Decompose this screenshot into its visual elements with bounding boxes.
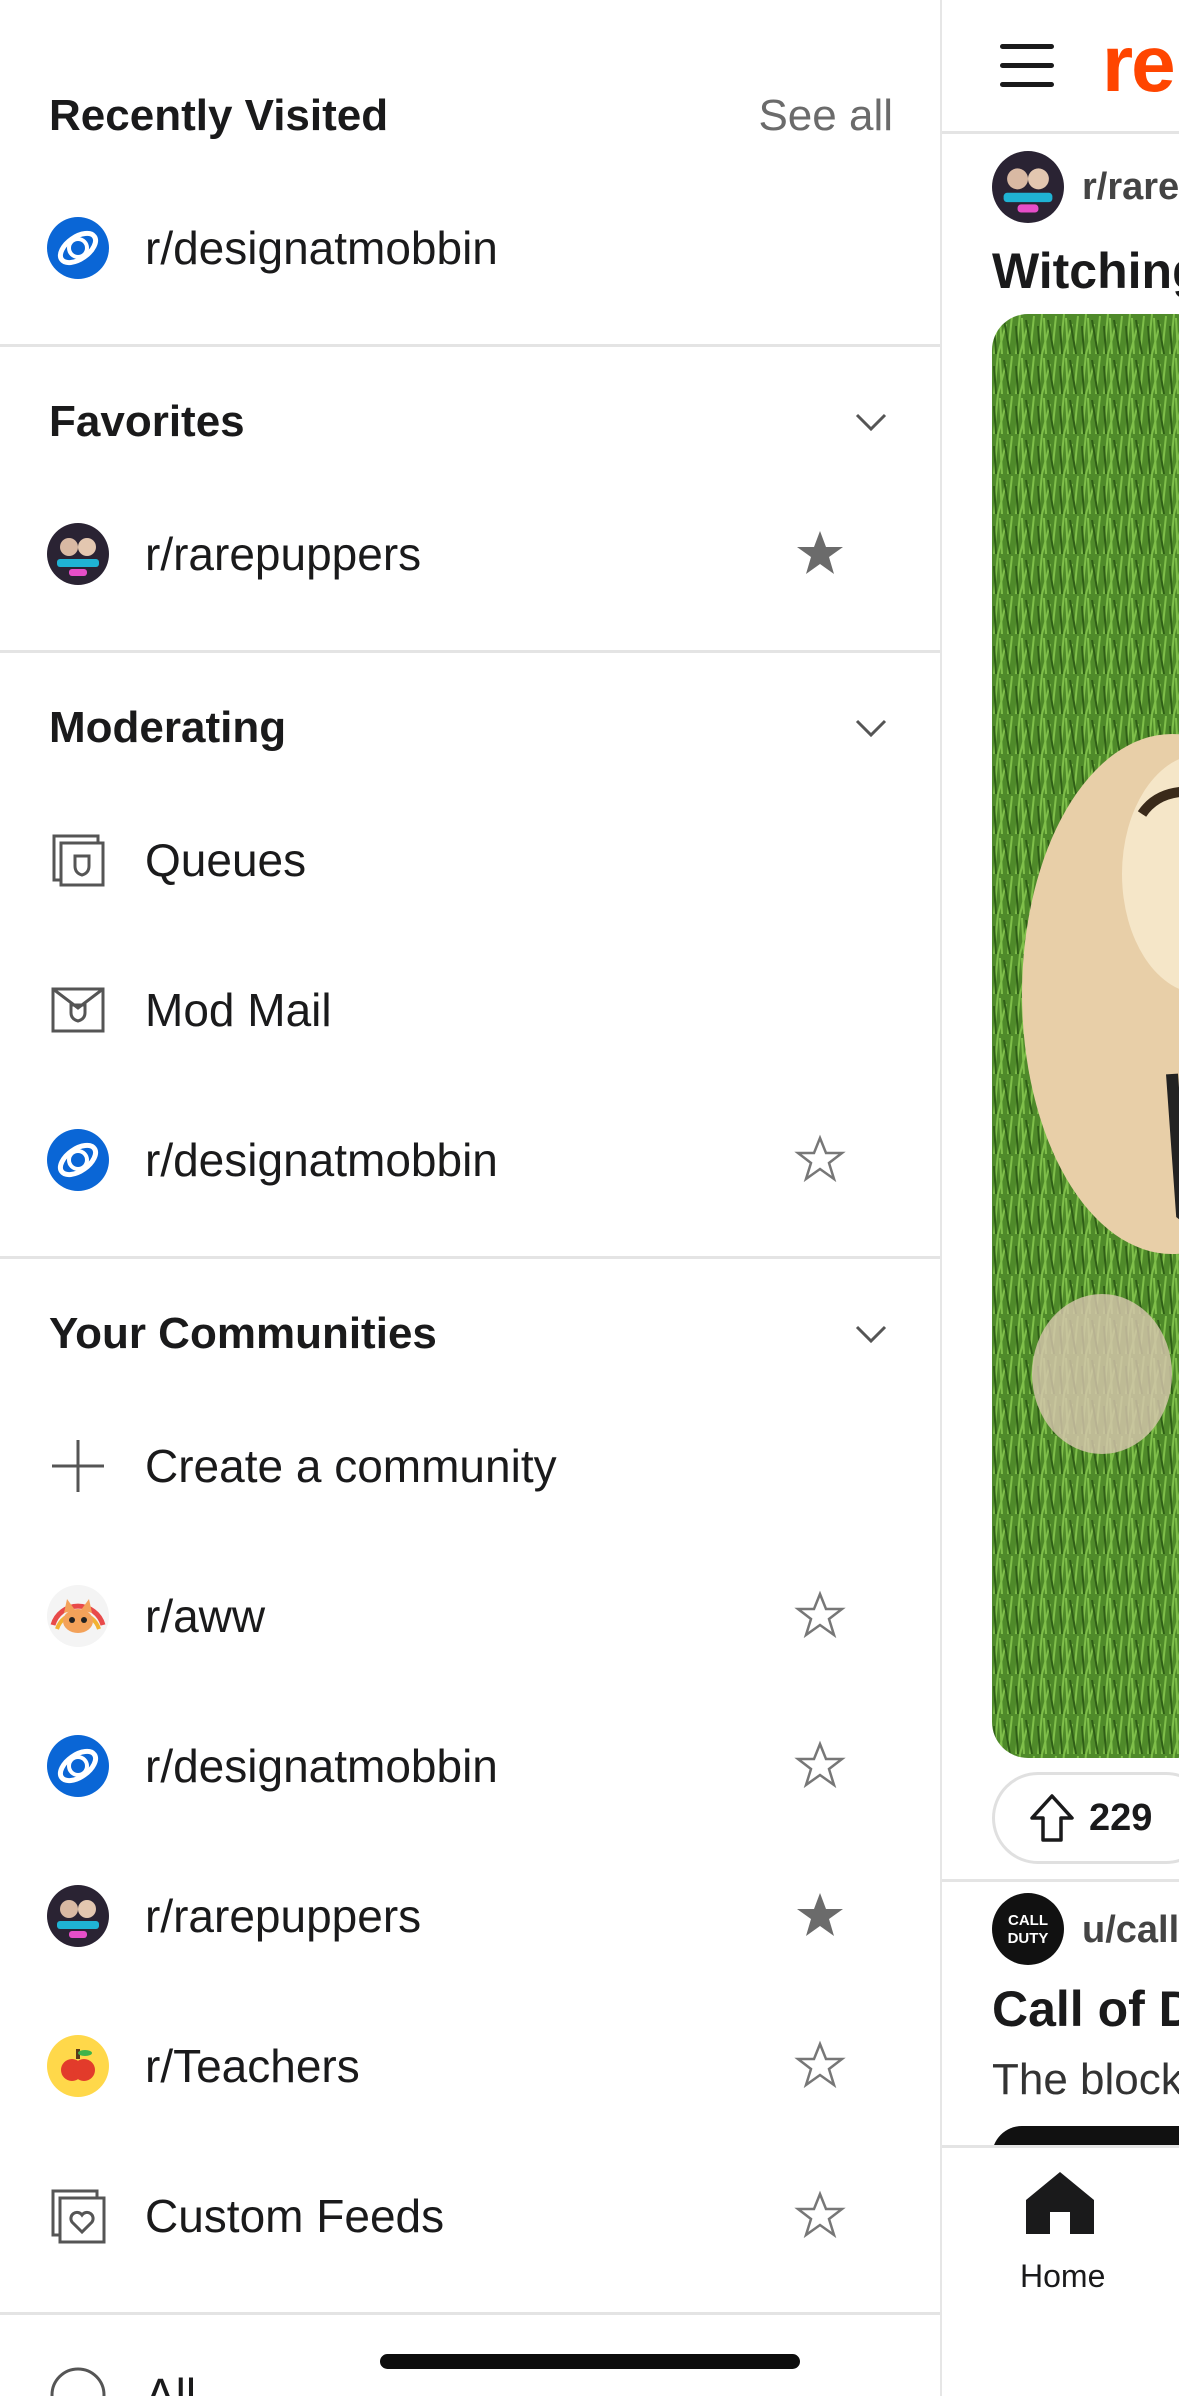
- home-feed: re r/rare Witching 229 CALLDUTY u/cal: [942, 0, 1179, 2396]
- favorites-title: Favorites: [49, 397, 245, 446]
- recent-item-label: r/designatmobbin: [145, 222, 498, 274]
- create-community-item[interactable]: Create a community: [0, 1411, 942, 1521]
- community-item-aww[interactable]: r/aww: [0, 1561, 942, 1671]
- favorite-item-rarepuppers[interactable]: r/rarepuppers: [0, 499, 942, 609]
- star-outline-icon[interactable]: [794, 2040, 846, 2092]
- vote-pill[interactable]: 229: [992, 1772, 1179, 1864]
- chevron-down-icon[interactable]: [849, 706, 893, 750]
- post-user[interactable]: u/call: [1082, 1909, 1179, 1952]
- plus-icon: [47, 1435, 109, 1497]
- recently-visited-header: Recently Visited See all: [49, 81, 893, 151]
- all-feed-label: All: [145, 2369, 197, 2396]
- community-avatar-icon: [47, 523, 109, 585]
- custom-feeds-item[interactable]: Custom Feeds: [0, 2161, 942, 2271]
- community-item-label: r/aww: [145, 1590, 266, 1642]
- svg-text:CALL: CALL: [1008, 1912, 1048, 1929]
- mod-item-label: Queues: [145, 834, 307, 886]
- custom-feeds-icon: [47, 2185, 109, 2247]
- planet-avatar-icon: [47, 1735, 109, 1797]
- chevron-down-icon[interactable]: [849, 400, 893, 444]
- your-communities-header[interactable]: Your Communities: [49, 1299, 893, 1369]
- aww-avatar-icon: [47, 1585, 109, 1647]
- post-divider: [942, 1879, 1179, 1882]
- svg-text:DUTY: DUTY: [1008, 1930, 1049, 1947]
- divider: [0, 2312, 942, 2315]
- chevron-down-icon[interactable]: [849, 1312, 893, 1356]
- community-avatar-icon: [992, 151, 1064, 223]
- recent-item-designatmobbin[interactable]: r/designatmobbin: [0, 193, 942, 303]
- recently-visited-title: Recently Visited: [49, 91, 389, 140]
- upvote-icon[interactable]: [1029, 1793, 1075, 1843]
- favorite-item-label: r/rarepuppers: [145, 528, 422, 580]
- moderating-header[interactable]: Moderating: [49, 693, 893, 763]
- community-item-label: r/Teachers: [145, 2040, 360, 2092]
- post-subreddit[interactable]: r/rare: [1082, 166, 1179, 209]
- moderating-title: Moderating: [49, 703, 287, 752]
- community-avatar-icon: [47, 1885, 109, 1947]
- vote-count: 229: [1089, 1796, 1153, 1839]
- community-item-rarepuppers[interactable]: r/rarepuppers: [0, 1861, 942, 1971]
- planet-avatar-icon: [47, 217, 109, 279]
- favorites-header[interactable]: Favorites: [49, 387, 893, 457]
- all-feed-icon: [47, 2364, 109, 2396]
- mod-item-label: r/designatmobbin: [145, 1134, 498, 1186]
- modmail-icon: [47, 979, 109, 1041]
- home-tab-label[interactable]: Home: [1020, 2258, 1105, 2295]
- menu-icon[interactable]: [1000, 44, 1054, 88]
- post-title[interactable]: Call of D: [992, 1980, 1179, 2038]
- home-indicator: [380, 2354, 800, 2369]
- home-icon[interactable]: [1022, 2168, 1098, 2238]
- community-item-label: r/designatmobbin: [145, 1740, 498, 1792]
- community-item-label: Create a community: [145, 1440, 557, 1492]
- star-outline-icon[interactable]: [794, 1590, 846, 1642]
- planet-avatar-icon: [47, 1129, 109, 1191]
- post-body: The block: [992, 2055, 1179, 2104]
- community-item-label: Custom Feeds: [145, 2190, 445, 2242]
- divider: [0, 650, 942, 653]
- navigation-drawer: Recently Visited See all r/designatmobbi…: [0, 0, 942, 2396]
- mod-item-queues[interactable]: Queues: [0, 805, 942, 915]
- community-item-designatmobbin[interactable]: r/designatmobbin: [0, 1711, 942, 1821]
- mod-item-modmail[interactable]: Mod Mail: [0, 955, 942, 1065]
- divider: [0, 344, 942, 347]
- your-communities-title: Your Communities: [49, 1309, 437, 1358]
- community-item-label: r/rarepuppers: [145, 1890, 422, 1942]
- community-item-teachers[interactable]: r/Teachers: [0, 2011, 942, 2121]
- call-of-duty-avatar-icon: CALLDUTY: [992, 1893, 1064, 1965]
- star-filled-icon[interactable]: [794, 528, 846, 580]
- post-title[interactable]: Witching: [992, 242, 1179, 300]
- mod-item-label: Mod Mail: [145, 984, 332, 1036]
- mod-item-designatmobbin[interactable]: r/designatmobbin: [0, 1105, 942, 1215]
- star-filled-icon[interactable]: [794, 1890, 846, 1942]
- header-divider: [942, 131, 1179, 134]
- see-all-link[interactable]: See all: [758, 91, 893, 141]
- post-image[interactable]: [992, 314, 1179, 1758]
- apple-avatar-icon: [47, 2035, 109, 2097]
- star-outline-icon[interactable]: [794, 1134, 846, 1186]
- star-outline-icon[interactable]: [794, 1740, 846, 1792]
- divider: [0, 1256, 942, 1259]
- star-outline-icon[interactable]: [794, 2190, 846, 2242]
- bottom-nav: Home: [942, 2145, 1179, 2396]
- queues-icon: [47, 829, 109, 891]
- reddit-logo: re: [1102, 19, 1176, 108]
